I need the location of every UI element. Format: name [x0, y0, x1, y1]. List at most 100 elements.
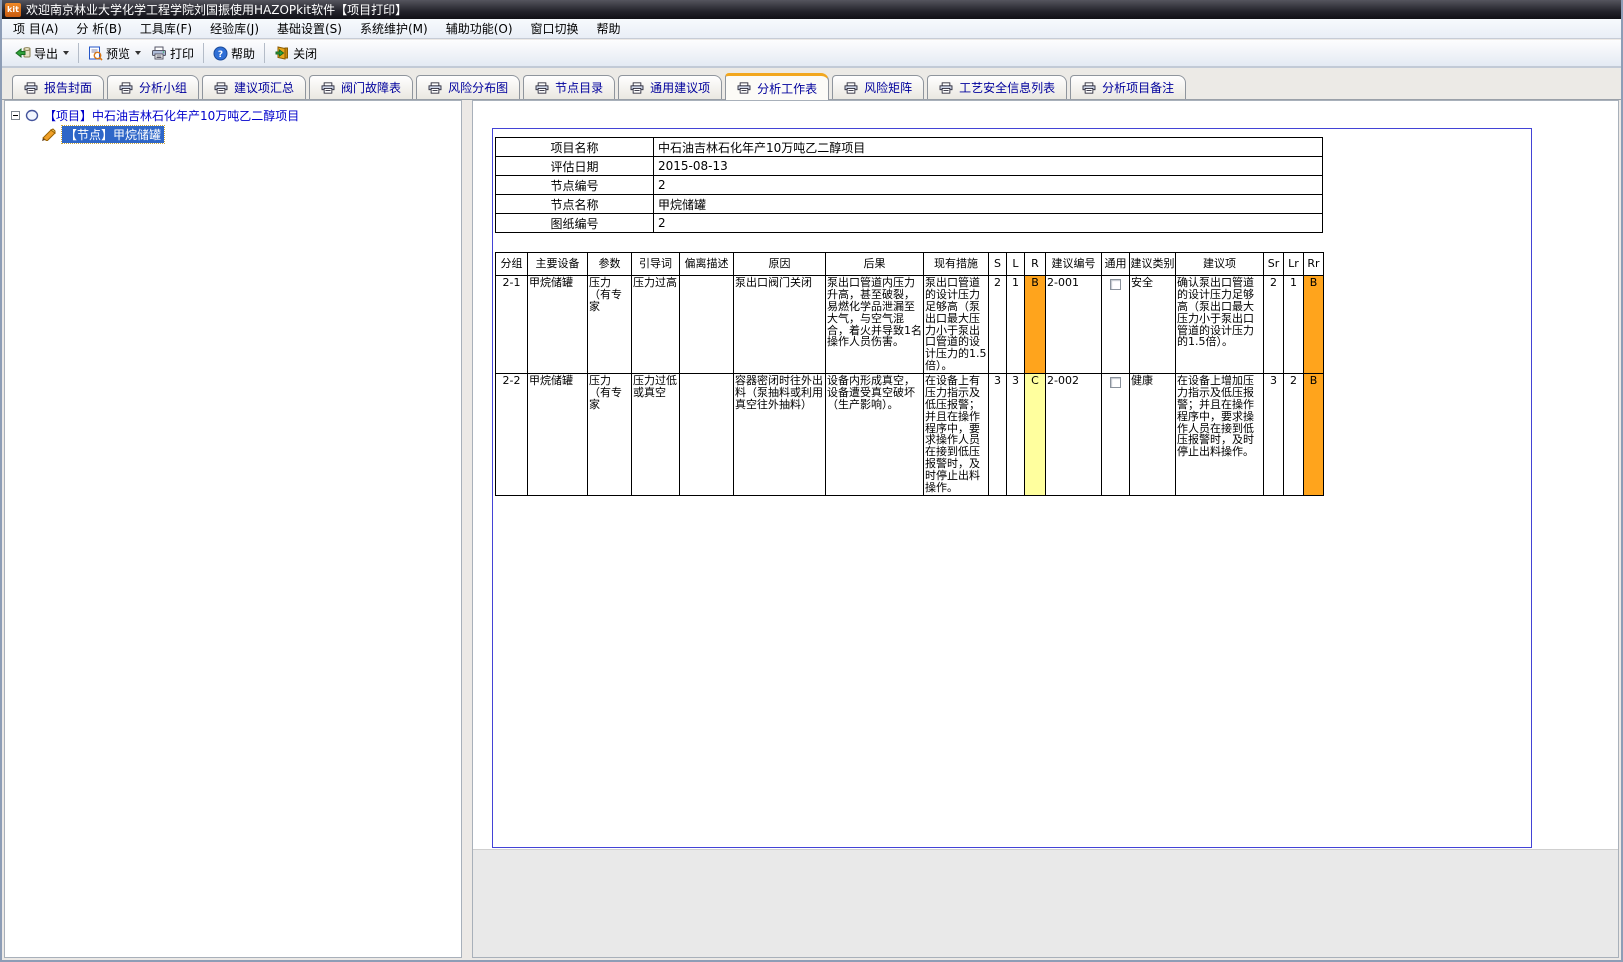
tab-label: 建议项汇总: [234, 81, 295, 95]
cell-equipment: 甲烷储罐: [527, 275, 588, 374]
export-dropdown-caret[interactable]: [63, 51, 70, 55]
report-page: 项目名称 中石油吉林石化年产10万吨乙二醇项目 评估日期 2015-08-13 …: [492, 128, 1532, 848]
printer-icon: [844, 81, 858, 94]
col-header: 引导词: [631, 252, 680, 276]
common-checkbox[interactable]: [1110, 377, 1121, 388]
menu-basic-settings[interactable]: 基础设置(S): [268, 19, 351, 38]
menu-bar: 项 目(A) 分 析(B) 工具库(F) 经验库(J) 基础设置(S) 系统维护…: [2, 19, 1621, 39]
report-tabstrip: 报告封面 分析小组 建议项汇总 阀门故障表 风险分布图 节点目录 通用建议项 分…: [2, 68, 1621, 100]
print-button[interactable]: 打印: [146, 43, 199, 64]
tree-item-project[interactable]: 【项目】中石油吉林石化年产10万吨乙二醇项目: [11, 107, 461, 124]
main-content: 【项目】中石油吉林石化年产10万吨乙二醇项目 【节点】甲烷储罐 项目名称 中石油…: [2, 100, 1621, 960]
cell-risk: B: [1024, 275, 1046, 374]
col-header: 偏离描述: [679, 252, 734, 276]
tree-collapse-icon[interactable]: [11, 111, 20, 120]
tab-label: 通用建议项: [650, 81, 711, 95]
export-label: 导出: [34, 46, 59, 61]
cell-safeguards: 在设备上有压力指示及低压报警；并且在操作程序中，要求操作人员在接到低压报警时，及…: [923, 373, 989, 496]
cell-likelihood: 1: [1006, 275, 1025, 374]
printer-icon: [214, 81, 228, 94]
worksheet-row: 2-1 甲烷储罐 压力（有专家 压力过高 泵出口阀门关闭 泵出口管道内压力升高，…: [495, 275, 1324, 374]
tree-node-label[interactable]: 【节点】甲烷储罐: [60, 125, 166, 144]
cell-parameter: 压力（有专家: [587, 275, 632, 374]
cell-severity: 3: [988, 373, 1007, 496]
hazopkit-app-icon: kit: [5, 2, 21, 17]
tab-common-recommendations[interactable]: 通用建议项: [618, 75, 723, 99]
cell-severity: 2: [988, 275, 1007, 374]
tab-recommendation-summary[interactable]: 建议项汇总: [202, 75, 307, 99]
tab-analysis-team[interactable]: 分析小组: [107, 75, 200, 99]
tab-label: 节点目录: [555, 81, 604, 95]
printer-icon: [1082, 81, 1096, 94]
tab-node-directory[interactable]: 节点目录: [523, 75, 616, 99]
cell-cause: 泵出口阀门关闭: [733, 275, 826, 374]
info-value: 中石油吉林石化年产10万吨乙二醇项目: [653, 137, 1323, 157]
print-preview-panel: 项目名称 中石油吉林石化年产10万吨乙二醇项目 评估日期 2015-08-13 …: [472, 100, 1619, 958]
col-header: S: [988, 252, 1007, 276]
col-header: 原因: [733, 252, 826, 276]
preview-icon: [89, 46, 103, 61]
close-button[interactable]: 关闭: [269, 43, 322, 64]
cell-recommendation: 确认泵出口管道的设计压力足够高（泵出口最大压力小于泵出口管道的设计压力的1.5倍…: [1175, 275, 1264, 374]
col-header: R: [1024, 252, 1046, 276]
close-label: 关闭: [293, 46, 318, 61]
cell-group: 2-2: [495, 373, 528, 496]
cell-rec-no: 2-002: [1045, 373, 1102, 496]
window-title: 欢迎南京林业大学化学工程学院刘国振使用HAZOPkit软件【项目打印】: [26, 3, 408, 17]
tab-risk-distribution-map[interactable]: 风险分布图: [416, 75, 521, 99]
col-header: 参数: [587, 252, 632, 276]
cell-guideword: 压力过高: [631, 275, 680, 374]
toolbar-separator: [203, 43, 205, 63]
printer-icon: [119, 81, 133, 94]
menu-auxiliary-functions[interactable]: 辅助功能(O): [437, 19, 522, 38]
cell-likelihood-residual: 1: [1283, 275, 1304, 374]
help-label: 帮助: [231, 46, 256, 61]
printer-icon: [535, 81, 549, 94]
menu-system-maintenance[interactable]: 系统维护(M): [351, 19, 437, 38]
tab-valve-failure-table[interactable]: 阀门故障表: [309, 75, 414, 99]
menu-help[interactable]: 帮助: [588, 19, 630, 38]
menu-tool-library[interactable]: 工具库(F): [131, 19, 201, 38]
col-header: 后果: [825, 252, 924, 276]
tab-risk-matrix[interactable]: 风险矩阵: [832, 75, 925, 99]
node-info-table: 项目名称 中石油吉林石化年产10万吨乙二醇项目 评估日期 2015-08-13 …: [495, 137, 1323, 233]
tree-project-label[interactable]: 【项目】中石油吉林石化年产10万吨乙二醇项目: [44, 107, 299, 124]
printer-icon: [321, 81, 335, 94]
info-label: 项目名称: [495, 137, 654, 157]
cell-rec-no: 2-001: [1045, 275, 1102, 374]
col-header: L: [1006, 252, 1025, 276]
help-icon: ?: [213, 46, 228, 60]
worksheet-header-row: 分组 主要设备 参数 引导词 偏离描述 原因 后果 现有措施 S L R 建议编…: [495, 252, 1324, 276]
col-header: 现有措施: [923, 252, 989, 276]
tab-label: 风险分布图: [448, 81, 509, 95]
hazop-node-icon: [42, 128, 56, 141]
tab-analysis-project-notes[interactable]: 分析项目备注: [1070, 75, 1187, 99]
preview-dropdown-caret[interactable]: [135, 51, 142, 55]
worksheet-row: 2-2 甲烷储罐 压力（有专家 压力过低或真空 容器密闭时往外出料（泵抽料或利用…: [495, 373, 1324, 496]
tree-item-node[interactable]: 【节点】甲烷储罐: [41, 125, 461, 144]
common-checkbox[interactable]: [1110, 279, 1121, 290]
cell-deviation: [679, 275, 734, 374]
cell-common: [1101, 373, 1130, 496]
cell-risk: C: [1024, 373, 1046, 496]
print-icon: [152, 46, 167, 60]
menu-experience-library[interactable]: 经验库(J): [201, 19, 268, 38]
menu-project[interactable]: 项 目(A): [4, 19, 67, 38]
tab-report-cover[interactable]: 报告封面: [12, 75, 105, 99]
info-label: 节点编号: [495, 175, 654, 195]
cell-recommendation: 在设备上增加压力指示及低压报警；并且在操作程序中，要求操作人员在接到低压报警时，…: [1175, 373, 1264, 496]
export-button[interactable]: 导出: [10, 43, 74, 64]
col-header: 分组: [495, 252, 528, 276]
panel-splitter[interactable]: [463, 100, 472, 960]
tab-process-safety-info-list[interactable]: 工艺安全信息列表: [927, 75, 1068, 99]
tab-analysis-worksheet[interactable]: 分析工作表: [725, 73, 830, 100]
export-icon: [15, 47, 31, 59]
cell-deviation: [679, 373, 734, 496]
app-window: kit 欢迎南京林业大学化学工程学院刘国振使用HAZOPkit软件【项目打印】 …: [0, 0, 1623, 962]
help-button[interactable]: ? 帮助: [208, 43, 260, 64]
preview-button[interactable]: 预览: [83, 43, 146, 64]
menu-analysis[interactable]: 分 析(B): [67, 19, 130, 38]
table-row: 节点编号 2: [495, 175, 1323, 195]
menu-window-switch[interactable]: 窗口切换: [522, 19, 588, 38]
cell-consequence: 泵出口管道内压力升高，甚至破裂，易燃化学品泄漏至大气，与空气混合，着火并导致1名…: [825, 275, 924, 374]
